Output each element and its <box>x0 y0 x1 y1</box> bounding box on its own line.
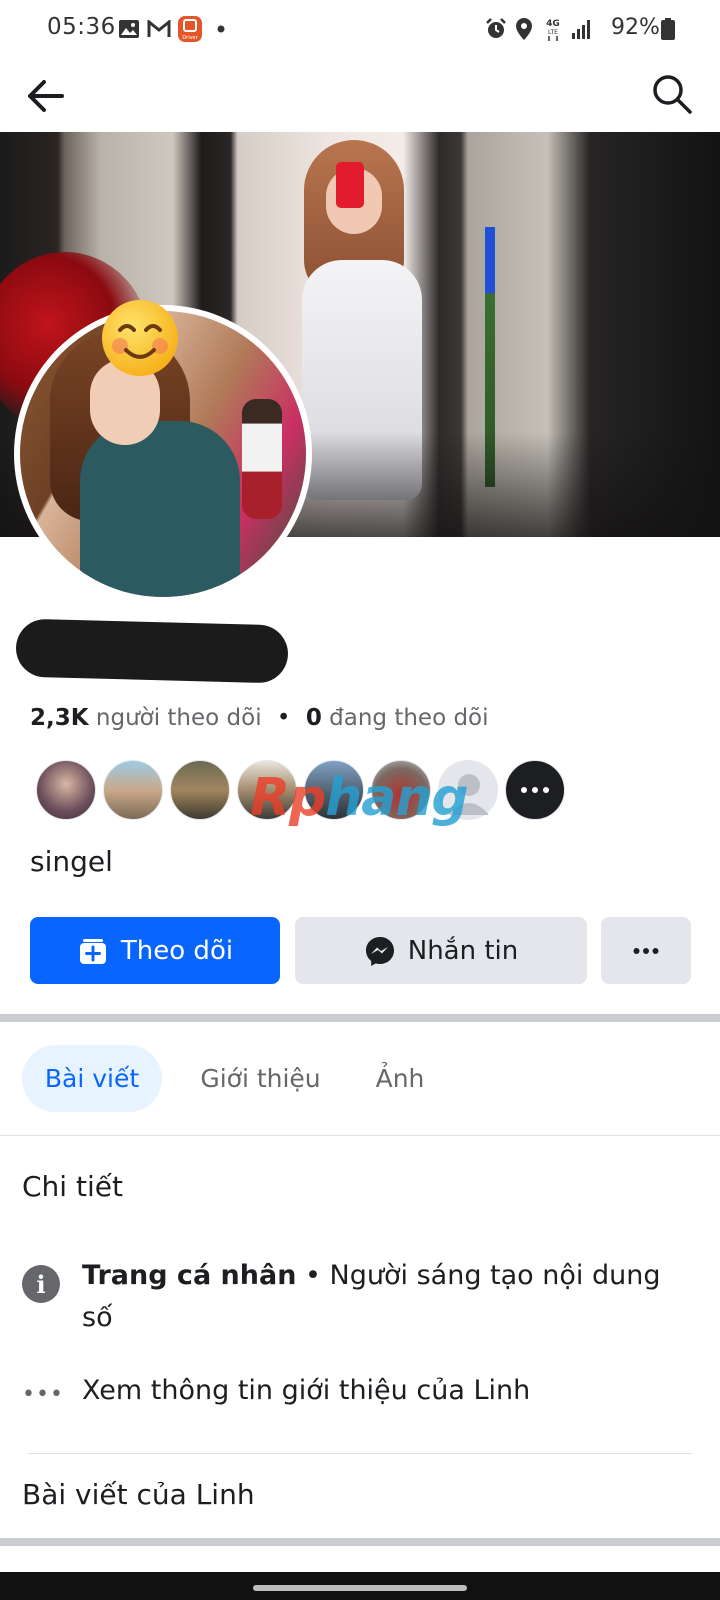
profile-name-redacted <box>15 618 289 684</box>
follower-avatar[interactable] <box>36 760 96 820</box>
watermark-logo: Rphang <box>250 768 469 828</box>
location-icon <box>514 18 534 40</box>
follower-avatar[interactable] <box>170 760 230 820</box>
profile-type-row: i Trang cá nhân • Người sáng tạo nội dun… <box>22 1255 702 1345</box>
follow-icon <box>77 935 109 967</box>
tab-photos[interactable]: Ảnh <box>360 1045 440 1112</box>
smiling-emoji-sticker <box>100 298 180 378</box>
message-button[interactable]: Nhắn tin <box>295 917 587 984</box>
follower-avatar[interactable] <box>103 760 163 820</box>
section-divider <box>0 1014 720 1022</box>
notification-dot-icon <box>216 18 226 40</box>
battery-percentage: 92% <box>611 15 660 40</box>
follow-stats[interactable]: 2,3K người theo dõi • 0 đang theo dõi <box>30 705 489 731</box>
follow-button[interactable]: Theo dõi <box>30 917 280 984</box>
status-time: 05:36 <box>47 14 116 40</box>
home-gesture-handle[interactable] <box>253 1585 467 1591</box>
posts-section-title: Bài viết của Linh <box>22 1478 255 1511</box>
tabs-divider <box>0 1135 720 1136</box>
see-about-link[interactable]: Xem thông tin giới thiệu của Linh <box>82 1370 682 1412</box>
followers-label: người theo dõi <box>95 705 262 731</box>
tab-about[interactable]: Giới thiệu <box>188 1045 333 1112</box>
top-navigation-bar <box>0 60 720 132</box>
battery-icon <box>660 18 676 40</box>
followers-count: 2,3K <box>30 705 89 731</box>
status-bar: 05:36 Driver 4G LTE 92% <box>0 0 720 60</box>
svg-text:Driver: Driver <box>182 35 198 41</box>
signal-icon <box>570 18 594 40</box>
details-divider <box>28 1453 692 1454</box>
profile-bio: singel <box>30 845 113 878</box>
arrow-left-icon <box>28 80 64 112</box>
message-button-label: Nhắn tin <box>407 935 519 966</box>
search-button[interactable] <box>648 70 696 118</box>
see-about-row[interactable]: ••• Xem thông tin giới thiệu của Linh <box>22 1370 702 1418</box>
driver-app-icon: Driver <box>178 16 202 42</box>
more-dots-icon: ••• <box>22 1382 64 1407</box>
more-options-button[interactable] <box>601 917 691 984</box>
more-dots-icon <box>521 787 549 793</box>
network-4g-icon: 4G LTE <box>542 18 564 41</box>
section-divider-bottom <box>0 1538 720 1546</box>
search-icon <box>653 75 692 114</box>
more-followers-button[interactable] <box>505 760 565 820</box>
stats-separator: • <box>276 705 291 731</box>
back-button[interactable] <box>22 72 70 120</box>
alarm-icon <box>484 18 508 40</box>
gallery-icon <box>118 18 140 40</box>
more-horizontal-icon <box>633 947 659 954</box>
gmail-icon <box>147 18 171 40</box>
follow-button-label: Theo dõi <box>120 935 234 966</box>
info-icon: i <box>22 1265 60 1303</box>
details-section-title: Chi tiết <box>22 1170 123 1203</box>
svg-text:LTE: LTE <box>548 29 558 36</box>
following-count: 0 <box>305 705 322 731</box>
tab-posts[interactable]: Bài viết <box>22 1045 162 1112</box>
profile-type-bold: Trang cá nhân <box>82 1260 297 1291</box>
following-label: đang theo dõi <box>329 705 489 731</box>
svg-text:4G: 4G <box>546 19 560 29</box>
profile-type-text: Trang cá nhân • Người sáng tạo nội dung … <box>82 1255 682 1339</box>
messenger-icon <box>364 935 396 967</box>
